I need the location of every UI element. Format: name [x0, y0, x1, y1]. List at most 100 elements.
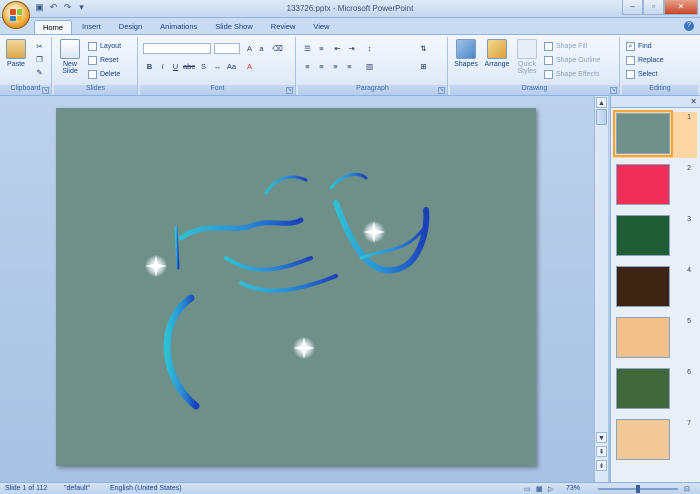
- shape-outline-button[interactable]: Shape Outline: [544, 56, 600, 65]
- slide-thumbnail[interactable]: 6: [613, 367, 697, 413]
- tab-insert[interactable]: Insert: [74, 20, 109, 34]
- italic-icon[interactable]: I: [157, 61, 168, 72]
- paste-button[interactable]: Paste: [3, 39, 29, 68]
- arrange-button[interactable]: Arrange: [482, 39, 512, 68]
- bold-icon[interactable]: B: [144, 61, 155, 72]
- font-group: A a ⌫ B I U abc S ↔ Aa A Font ↘: [140, 37, 296, 95]
- shapes-label: Shapes: [454, 61, 478, 68]
- tab-slide-show[interactable]: Slide Show: [207, 20, 261, 34]
- delete-button[interactable]: Delete: [88, 70, 120, 79]
- language-status[interactable]: English (United States): [110, 485, 182, 492]
- quick-styles-button[interactable]: Quick Styles: [514, 39, 540, 75]
- copy-icon[interactable]: ❐: [34, 54, 45, 65]
- slide-thumbnail[interactable]: 2: [613, 163, 697, 209]
- shrink-font-icon[interactable]: a: [256, 43, 267, 54]
- slide-thumbnail[interactable]: 4: [613, 265, 697, 311]
- shape-fill-button[interactable]: Shape Fill: [544, 42, 587, 51]
- layout-button[interactable]: Layout: [88, 42, 121, 51]
- line-spacing-icon[interactable]: ↕: [364, 43, 375, 54]
- normal-view-icon[interactable]: ▭: [524, 485, 531, 493]
- grow-font-icon[interactable]: A: [244, 43, 255, 54]
- scroll-thumb[interactable]: [596, 109, 607, 125]
- select-icon: [626, 70, 635, 79]
- decrease-indent-icon[interactable]: ⇤: [332, 43, 343, 54]
- reset-button[interactable]: Reset: [88, 56, 118, 65]
- reset-icon: [88, 56, 97, 65]
- underline-icon[interactable]: U: [170, 61, 181, 72]
- sorter-view-icon[interactable]: ▦: [536, 485, 543, 493]
- align-center-icon[interactable]: ≡: [316, 61, 327, 72]
- slide-thumbnail[interactable]: 7: [613, 418, 697, 464]
- sparkle-icon: [145, 255, 167, 277]
- tab-design[interactable]: Design: [111, 20, 150, 34]
- paragraph-launcher[interactable]: ↘: [438, 87, 445, 94]
- justify-icon[interactable]: ≡: [344, 61, 355, 72]
- numbering-icon[interactable]: ≡: [316, 43, 327, 54]
- quick-styles-icon: [517, 39, 537, 59]
- align-right-icon[interactable]: ≡: [330, 61, 341, 72]
- clear-format-icon[interactable]: ⌫: [272, 43, 283, 54]
- tab-review[interactable]: Review: [263, 20, 304, 34]
- office-logo-icon: [10, 9, 22, 21]
- clipboard-launcher[interactable]: ↘: [42, 87, 49, 94]
- cut-icon[interactable]: ✂: [34, 41, 45, 52]
- zoom-slider-thumb[interactable]: [636, 485, 640, 493]
- slide-thumbnail[interactable]: 3: [613, 214, 697, 260]
- office-button[interactable]: [2, 1, 30, 29]
- delete-label: Delete: [100, 71, 121, 78]
- help-icon[interactable]: ?: [684, 21, 694, 31]
- font-color-icon[interactable]: A: [244, 61, 255, 72]
- thumbnail-image: [616, 368, 670, 409]
- slideshow-view-icon[interactable]: ▷: [548, 485, 553, 493]
- arrange-icon: [487, 39, 507, 59]
- scroll-down-icon[interactable]: ▼: [596, 432, 607, 443]
- scroll-up-icon[interactable]: ▲: [596, 97, 607, 108]
- shapes-button[interactable]: Shapes: [453, 39, 479, 68]
- replace-label: Replace: [638, 57, 664, 64]
- increase-indent-icon[interactable]: ⇥: [346, 43, 357, 54]
- window-controls: – ▫ ✕: [622, 0, 698, 15]
- drawing-launcher[interactable]: ↘: [610, 87, 617, 94]
- previous-slide-icon[interactable]: ⇞: [596, 446, 607, 457]
- shape-effects-button[interactable]: Shape Effects: [544, 70, 599, 79]
- slide-canvas[interactable]: [56, 108, 536, 466]
- close-panel-icon[interactable]: ✕: [690, 97, 697, 106]
- maximize-button[interactable]: ▫: [643, 0, 664, 15]
- spacing-icon[interactable]: ↔: [212, 61, 223, 72]
- font-size-field[interactable]: [214, 43, 240, 54]
- delete-icon: [88, 70, 97, 79]
- replace-button[interactable]: Replace: [626, 56, 664, 65]
- format-painter-icon[interactable]: ✎: [34, 67, 45, 78]
- font-launcher[interactable]: ↘: [286, 87, 293, 94]
- title-bar: ▣ ↶ ↷ ▾ 133726.pptx - Microsoft PowerPoi…: [0, 0, 700, 29]
- shadow-icon[interactable]: S: [198, 61, 209, 72]
- change-case-icon[interactable]: Aa: [226, 61, 237, 72]
- align-text-icon[interactable]: ⊞: [418, 61, 429, 72]
- text-direction-icon[interactable]: ⇅: [418, 43, 429, 54]
- thumbnail-image: [616, 317, 670, 358]
- select-button[interactable]: Select: [626, 70, 657, 79]
- close-button[interactable]: ✕: [664, 0, 698, 15]
- find-button[interactable]: ⌕ Find: [626, 42, 652, 51]
- new-slide-button[interactable]: New Slide: [57, 39, 83, 75]
- vertical-scrollbar[interactable]: ▲ ▼ ⇞ ⇟: [594, 96, 608, 482]
- slide-thumbnail[interactable]: 5: [613, 316, 697, 362]
- slide-thumbnail[interactable]: 1: [613, 110, 697, 158]
- editing-group: ⌕ Find Replace Select Editing: [622, 37, 698, 95]
- replace-icon: [626, 56, 635, 65]
- fit-window-icon[interactable]: ⊡: [684, 485, 690, 493]
- tab-view[interactable]: View: [305, 20, 337, 34]
- align-left-icon[interactable]: ≡: [302, 61, 313, 72]
- next-slide-icon[interactable]: ⇟: [596, 460, 607, 471]
- zoom-level[interactable]: 73%: [566, 485, 580, 492]
- tab-animations[interactable]: Animations: [152, 20, 205, 34]
- tab-home[interactable]: Home: [34, 20, 73, 34]
- zoom-slider[interactable]: [598, 485, 678, 493]
- shapes-icon: [456, 39, 476, 59]
- bullets-icon[interactable]: ☰: [302, 43, 313, 54]
- shape-effects-icon: [544, 70, 553, 79]
- columns-icon[interactable]: ▥: [364, 61, 375, 72]
- font-family-field[interactable]: [143, 43, 211, 54]
- strikethrough-icon[interactable]: abc: [183, 61, 195, 72]
- minimize-button[interactable]: –: [622, 0, 643, 15]
